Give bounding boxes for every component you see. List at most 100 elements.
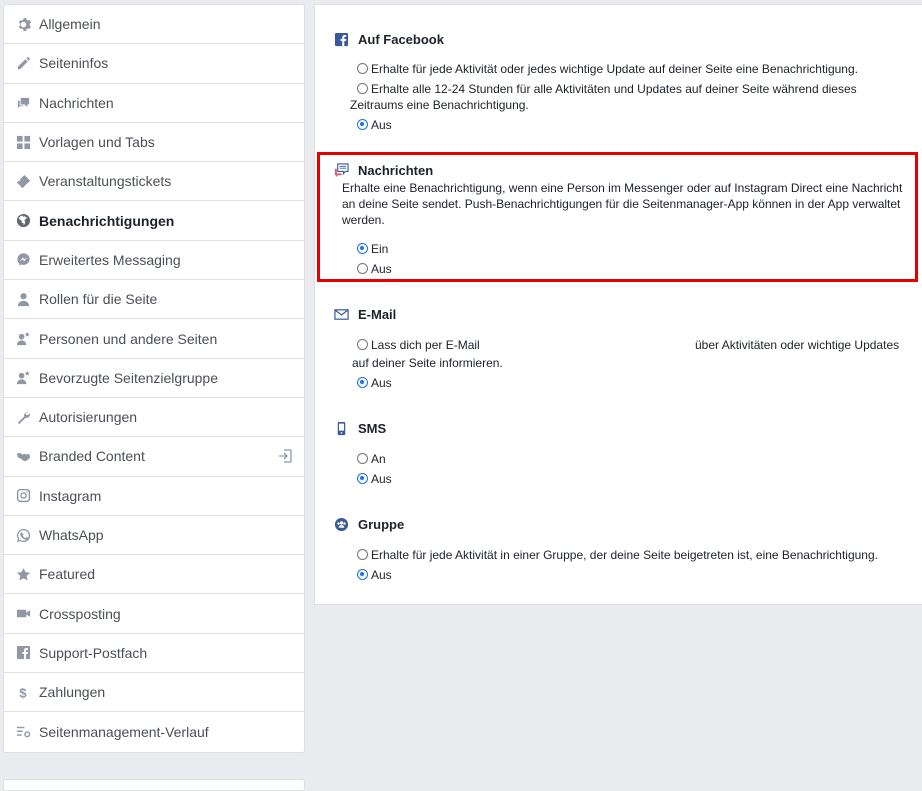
sidebar-item-label: Bevorzugte Seitenzielgruppe: [39, 369, 219, 386]
sidebar-item-whatsapp[interactable]: WhatsApp: [4, 516, 304, 556]
radio-sms-on[interactable]: An: [357, 451, 386, 467]
radio-email-off[interactable]: Aus: [357, 375, 392, 391]
gear-icon: [15, 16, 31, 32]
notification-settings-panel: Auf Facebook Erhalte für jede Aktivität …: [314, 4, 922, 605]
whatsapp-icon: [15, 527, 31, 543]
sidebar-secondary-card: [3, 779, 305, 791]
radio-button[interactable]: [357, 263, 368, 274]
radio-label: Ein: [371, 242, 389, 256]
sidebar-item-branded-content[interactable]: Branded Content: [4, 437, 304, 477]
facebook-icon: [15, 645, 31, 661]
radio-sms-off[interactable]: Aus: [357, 471, 392, 487]
svg-text:$: $: [19, 685, 27, 699]
section-description: werden.: [342, 213, 385, 227]
video-icon: [15, 606, 31, 622]
section-header-messages: Nachrichten: [333, 162, 433, 178]
sidebar-item-label: Erweitertes Messaging: [39, 251, 181, 268]
radio-messages-off[interactable]: Aus: [357, 261, 392, 277]
sidebar-item-label: Support-Postfach: [39, 644, 148, 661]
person-icon: [15, 291, 31, 307]
sidebar-item-nachrichten[interactable]: Nachrichten: [4, 84, 304, 123]
sidebar-item-label: Instagram: [39, 487, 102, 504]
sidebar-item-label: Rollen für die Seite: [39, 291, 158, 308]
radio-label: Erhalte für jede Aktivität in einer Grup…: [371, 548, 878, 562]
group-icon: [333, 516, 349, 532]
sidebar-item-label: Veranstaltungstickets: [39, 173, 172, 190]
sidebar-item-label: Branded Content: [39, 448, 145, 465]
sidebar-item-support[interactable]: Support-Postfach: [4, 634, 304, 674]
person-star-icon: [15, 331, 31, 347]
radio-facebook-off[interactable]: Aus: [357, 117, 392, 133]
sidebar-item-verlauf[interactable]: Seitenmanagement-Verlauf: [4, 712, 304, 751]
enter-icon[interactable]: [278, 449, 292, 463]
radio-label: Erhalte für jede Aktivität oder jedes wi…: [371, 62, 858, 76]
radio-label: Aus: [371, 568, 392, 582]
radio-label: Aus: [371, 376, 392, 390]
radio-button[interactable]: [357, 453, 368, 464]
radio-group-all[interactable]: Erhalte für jede Aktivität in einer Grup…: [357, 547, 878, 563]
facebook-icon: [333, 31, 349, 47]
sidebar-item-autorisierungen[interactable]: Autorisierungen: [4, 398, 304, 438]
radio-button[interactable]: [357, 377, 368, 388]
sidebar-item-crossposting[interactable]: Crossposting: [4, 594, 304, 634]
chat-icon: [15, 95, 31, 111]
sidebar-item-zahlungen[interactable]: $ Zahlungen: [4, 673, 304, 713]
section-title: Auf Facebook: [358, 31, 444, 47]
globe-icon: [15, 213, 31, 229]
sidebar-item-zielgruppe[interactable]: Bevorzugte Seitenzielgruppe: [4, 359, 304, 398]
sidebar-item-benachrichtigungen[interactable]: Benachrichtigungen: [4, 201, 304, 241]
radio-button[interactable]: [357, 549, 368, 560]
radio-facebook-digest[interactable]: Erhalte alle 12-24 Stunden für alle Akti…: [357, 81, 857, 97]
radio-messages-on[interactable]: Ein: [357, 241, 388, 257]
radio-button[interactable]: [357, 119, 368, 130]
radio-button[interactable]: [357, 63, 368, 74]
messenger-icon: [15, 252, 31, 268]
sidebar-item-label: Seiteninfos: [39, 55, 109, 72]
sidebar-item-label: Featured: [39, 566, 96, 583]
radio-label-continued: über Aktivitäten oder wichtige Updates: [695, 338, 900, 352]
sidebar-item-label: Allgemein: [39, 16, 101, 33]
ticket-icon: [15, 173, 31, 189]
sidebar-item-tickets[interactable]: Veranstaltungstickets: [4, 162, 304, 202]
star-icon: [15, 566, 31, 582]
radio-label: Lass dich per E-Mail: [371, 338, 480, 352]
sidebar-item-personen[interactable]: Personen und andere Seiten: [4, 319, 304, 359]
sidebar-item-seiteninfos[interactable]: Seiteninfos: [4, 44, 304, 84]
radio-button[interactable]: [357, 83, 368, 94]
radio-button[interactable]: [357, 243, 368, 254]
radio-button[interactable]: [357, 569, 368, 580]
radio-button[interactable]: [357, 339, 368, 350]
settings-sidebar: Allgemein Seiteninfos Nachrichten Vorlag…: [3, 4, 305, 753]
sidebar-item-messaging[interactable]: Erweitertes Messaging: [4, 241, 304, 281]
sidebar-item-rollen[interactable]: Rollen für die Seite: [4, 280, 304, 320]
sidebar-item-label: Crossposting: [39, 605, 121, 622]
sidebar-item-vorlagen[interactable]: Vorlagen und Tabs: [4, 123, 304, 163]
person-star-icon: [15, 370, 31, 386]
radio-button[interactable]: [357, 473, 368, 484]
radio-label-continued: Zeitraums eine Benachrichtigung.: [350, 98, 529, 112]
radio-label: Aus: [371, 118, 392, 132]
sidebar-item-featured[interactable]: Featured: [4, 555, 304, 595]
phone-icon: [333, 420, 349, 436]
radio-label: An: [371, 452, 386, 466]
section-header-facebook: Auf Facebook: [333, 31, 444, 47]
pencil-icon: [15, 55, 31, 71]
sidebar-item-instagram[interactable]: Instagram: [4, 477, 304, 516]
envelope-icon: [333, 306, 349, 322]
sidebar-item-label: Vorlagen und Tabs: [39, 134, 155, 151]
sidebar-item-label: Zahlungen: [39, 684, 106, 701]
dollar-icon: $: [15, 684, 31, 700]
section-description: Erhalte eine Benachrichtigung, wenn eine…: [342, 181, 903, 195]
sidebar-item-label: Autorisierungen: [39, 409, 138, 426]
sidebar-item-label: Personen und andere Seiten: [39, 330, 218, 347]
radio-label: Erhalte alle 12-24 Stunden für alle Akti…: [371, 82, 857, 96]
sidebar-item-allgemein[interactable]: Allgemein: [4, 5, 304, 45]
sidebar-item-label: WhatsApp: [39, 527, 104, 543]
radio-email-on[interactable]: Lass dich per E-Mail: [357, 337, 480, 353]
radio-label: Aus: [371, 262, 392, 276]
radio-facebook-all[interactable]: Erhalte für jede Aktivität oder jedes wi…: [357, 61, 858, 77]
section-header-sms: SMS: [333, 420, 386, 436]
section-title: SMS: [358, 420, 387, 436]
radio-group-off[interactable]: Aus: [357, 567, 392, 583]
chat-bubbles-icon: [333, 162, 349, 178]
